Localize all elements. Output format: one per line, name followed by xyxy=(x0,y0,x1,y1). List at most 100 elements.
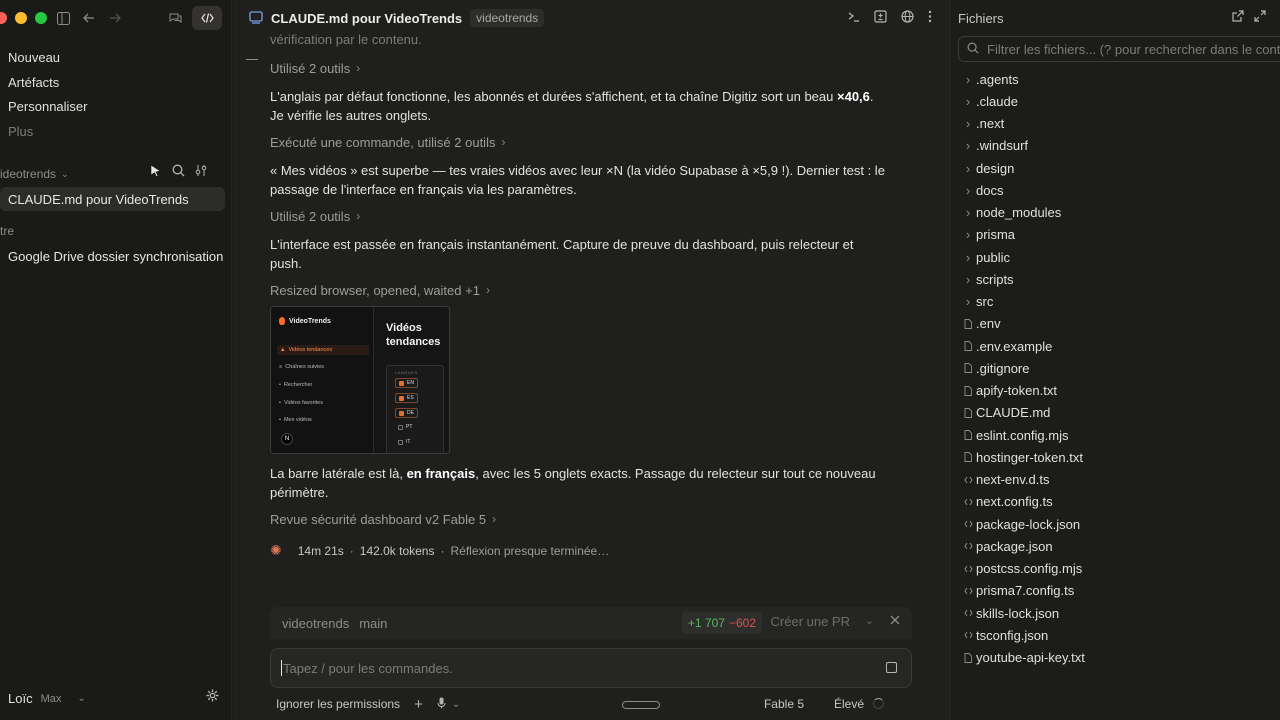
file-item[interactable]: .env.example xyxy=(960,335,1280,357)
tool-summary-1[interactable]: Utilisé 2 outils › xyxy=(270,59,360,78)
close-icon[interactable] xyxy=(890,613,900,628)
assistant-message-3: L'interface est passée en français insta… xyxy=(270,235,854,273)
thumbnail-nav-label: Chaînes suivies xyxy=(285,364,325,370)
prompt-input-box[interactable] xyxy=(270,648,912,688)
dot-icon: • xyxy=(279,382,281,388)
file-item[interactable]: skills-lock.json xyxy=(960,602,1280,624)
file-item[interactable]: package-lock.json xyxy=(960,513,1280,535)
file-item[interactable]: postcss.config.mjs xyxy=(960,558,1280,580)
effort-selector[interactable]: Élevé xyxy=(834,697,864,711)
expand-icon[interactable] xyxy=(1254,10,1266,25)
chevron-down-icon: ⌄ xyxy=(77,693,86,704)
file-item[interactable]: prisma7.config.ts xyxy=(960,580,1280,602)
other-section-header: tre xyxy=(0,224,14,238)
folder-item[interactable]: › prisma xyxy=(960,224,1280,246)
search-icon[interactable] xyxy=(172,164,185,181)
file-item[interactable]: next-env.d.ts xyxy=(960,469,1280,491)
repo-chip[interactable]: videotrends xyxy=(470,9,545,27)
terminal-icon[interactable] xyxy=(847,10,860,26)
lang-code: ES xyxy=(407,395,414,401)
chevron-right-icon: › xyxy=(965,182,971,198)
thumbnail-nav-label: Vidéos favorites xyxy=(283,400,323,406)
project-section-header[interactable]: ideotrends ⌄ xyxy=(0,167,69,181)
file-item[interactable]: hostinger-token.txt xyxy=(960,446,1280,468)
file-item[interactable]: tsconfig.json xyxy=(960,624,1280,646)
file-item[interactable]: .gitignore xyxy=(960,357,1280,379)
minimize-window-button[interactable] xyxy=(15,12,27,24)
sidebar-toggle-icon[interactable] xyxy=(54,9,72,27)
settings-gear-icon[interactable] xyxy=(206,689,219,705)
files-search-box[interactable] xyxy=(958,36,1280,62)
filter-sliders-icon[interactable] xyxy=(195,164,208,181)
folder-item[interactable]: › scripts xyxy=(960,268,1280,290)
file-item[interactable]: next.config.ts xyxy=(960,491,1280,513)
session-item-google-drive[interactable]: Google Drive dossier synchronisation xyxy=(0,244,225,268)
diff-panel-icon[interactable] xyxy=(874,10,887,26)
globe-icon[interactable] xyxy=(901,10,914,26)
chevron-right-icon: › xyxy=(965,71,971,87)
thumbnail-nav-item: ▲ Vidéos tendances xyxy=(277,345,369,355)
chevron-down-icon[interactable]: ⌄ xyxy=(452,699,460,710)
token-count: 142.0k tokens xyxy=(359,543,435,558)
checkbox-unchecked-icon xyxy=(398,424,403,430)
open-external-icon[interactable] xyxy=(1232,10,1244,25)
plus-icon[interactable]: + xyxy=(414,696,423,713)
file-item[interactable]: eslint.config.mjs xyxy=(960,424,1280,446)
scroll-handle[interactable] xyxy=(622,701,660,709)
tool-summary-4[interactable]: Resized browser, opened, waited +1 › xyxy=(270,281,490,300)
chevron-right-icon: › xyxy=(356,209,361,223)
back-arrow-icon[interactable] xyxy=(80,9,98,27)
close-window-button[interactable] xyxy=(0,12,7,24)
folder-item[interactable]: › public xyxy=(960,246,1280,268)
repo-name[interactable]: videotrends xyxy=(282,616,349,631)
nav-customize[interactable]: Personnaliser xyxy=(8,99,88,114)
folder-item[interactable]: › .next xyxy=(960,113,1280,135)
nav-new[interactable]: Nouveau xyxy=(8,50,60,65)
folder-item[interactable]: › .claude xyxy=(960,90,1280,112)
nav-more[interactable]: Plus xyxy=(8,124,33,139)
folder-item[interactable]: › src xyxy=(960,291,1280,313)
chevron-down-icon: ⌄ xyxy=(61,168,69,179)
folder-item[interactable]: › node_modules xyxy=(960,202,1280,224)
branch-name[interactable]: main xyxy=(359,616,387,631)
diff-stats[interactable]: +1 707 −602 xyxy=(681,612,762,634)
model-selector[interactable]: Fable 5 xyxy=(764,697,804,711)
left-sidebar: Nouveau Artéfacts Personnaliser Plus ide… xyxy=(0,0,232,720)
chat-mode-button[interactable] xyxy=(160,6,190,30)
file-item[interactable]: apify-token.txt xyxy=(960,380,1280,402)
collapse-marker[interactable] xyxy=(246,59,258,60)
file-item[interactable]: youtube-api-key.txt xyxy=(960,647,1280,669)
message-text: Je vérifie les autres onglets. xyxy=(270,108,432,123)
spark-icon: ✺ xyxy=(270,542,282,558)
file-item[interactable]: package.json xyxy=(960,535,1280,557)
microphone-icon[interactable] xyxy=(437,697,446,712)
more-vertical-icon[interactable] xyxy=(928,10,932,26)
nav-artifacts[interactable]: Artéfacts xyxy=(8,75,59,90)
folder-item[interactable]: › .windsurf xyxy=(960,135,1280,157)
stop-square-icon[interactable] xyxy=(886,662,897,673)
folder-item[interactable]: › design xyxy=(960,157,1280,179)
permissions-selector[interactable]: Ignorer les permissions xyxy=(276,697,400,711)
folder-item[interactable]: › docs xyxy=(960,179,1280,201)
user-menu[interactable]: Loïc Max ⌄ xyxy=(8,691,86,706)
code-mode-button[interactable] xyxy=(192,6,222,30)
forward-arrow-icon[interactable] xyxy=(106,9,124,27)
chevron-down-icon[interactable]: ⌄ xyxy=(865,614,874,627)
session-item-claude-md[interactable]: CLAUDE.md pour VideoTrends xyxy=(0,187,225,211)
file-item[interactable]: CLAUDE.md xyxy=(960,402,1280,424)
maximize-window-button[interactable] xyxy=(35,12,47,24)
message-text: L'interface est passée en français insta… xyxy=(270,237,854,252)
tool-summary-3[interactable]: Utilisé 2 outils › xyxy=(270,207,360,226)
lang-code: PT xyxy=(406,424,413,430)
new-session-icon[interactable] xyxy=(150,164,162,181)
prompt-input[interactable] xyxy=(283,660,863,676)
file-item[interactable]: .env xyxy=(960,313,1280,335)
search-icon xyxy=(967,42,979,57)
folder-item[interactable]: › .agents xyxy=(960,68,1280,90)
files-search-input[interactable] xyxy=(987,41,1280,57)
screenshot-thumbnail[interactable]: VideoTrends ▲ Vidéos tendances ≡ Chaînes s… xyxy=(270,306,450,454)
tool-summary-2[interactable]: Exécuté une commande, utilisé 2 outils › xyxy=(270,133,505,152)
tool-summary-5[interactable]: Revue sécurité dashboard v2 Fable 5 › xyxy=(270,510,496,529)
checkbox-checked-icon xyxy=(399,395,404,401)
create-pr-button[interactable]: Créer une PR xyxy=(771,614,850,629)
